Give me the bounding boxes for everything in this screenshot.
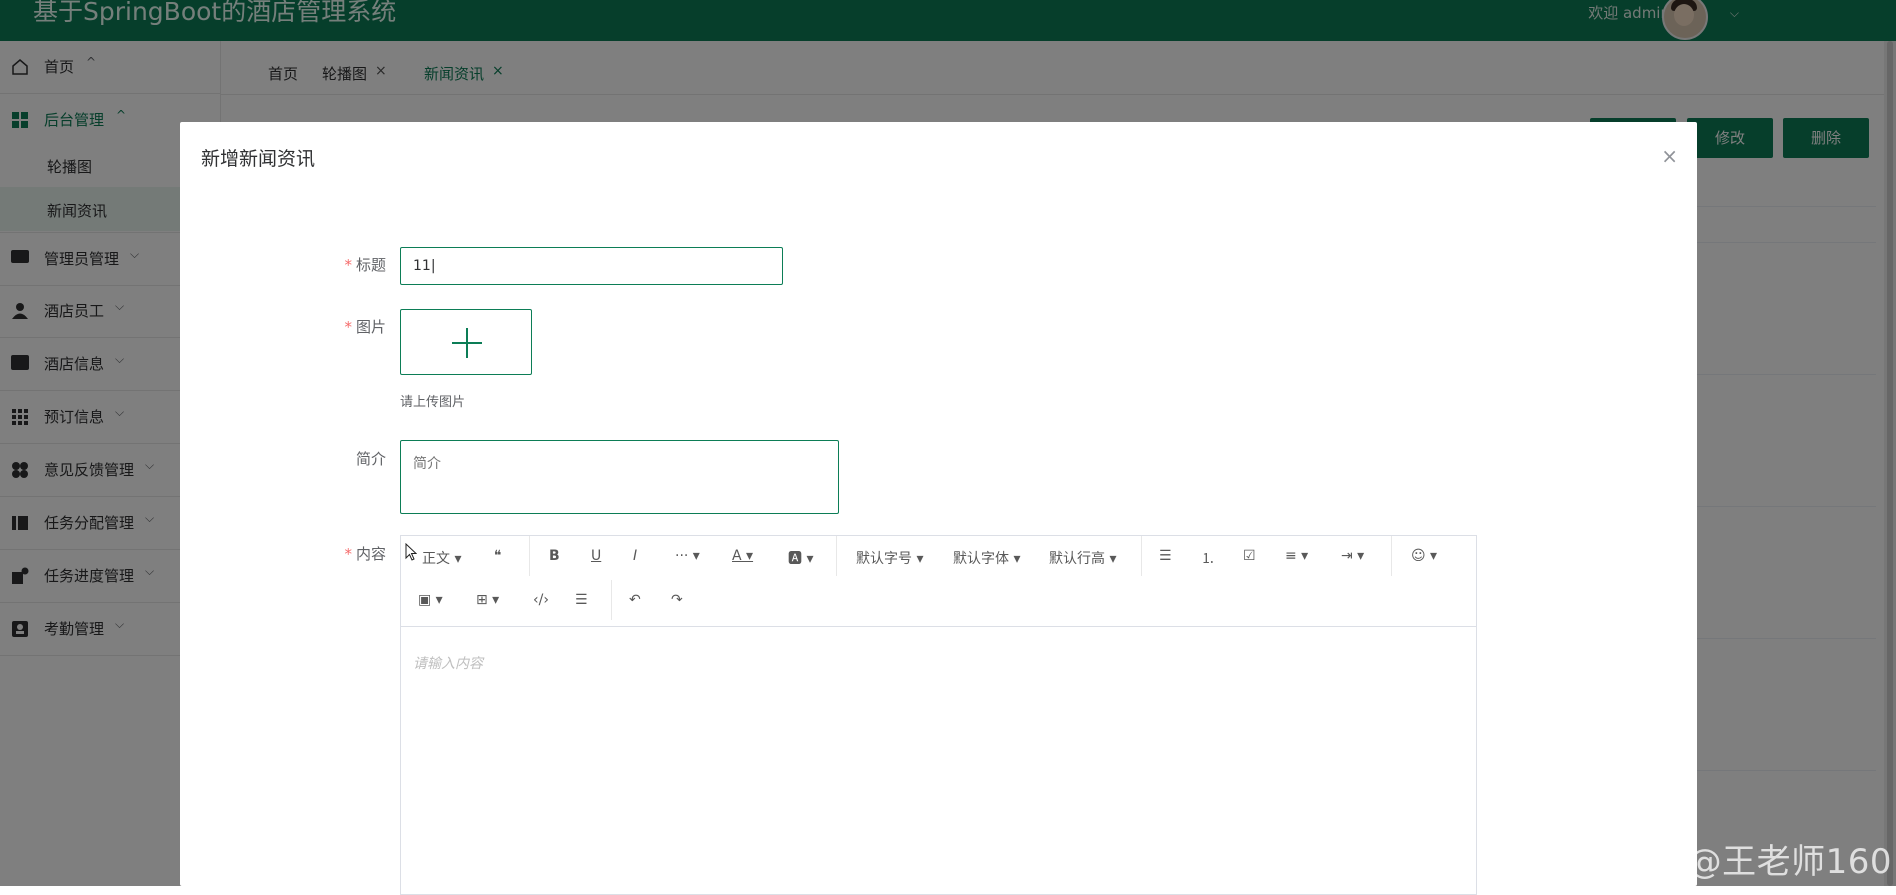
divider xyxy=(611,580,612,620)
mouse-cursor-icon xyxy=(405,543,417,561)
required-mark: * xyxy=(344,318,352,336)
bullet-list-icon[interactable]: ☰ xyxy=(1159,548,1172,564)
intro-textarea[interactable] xyxy=(400,440,839,514)
required-mark: * xyxy=(344,256,352,274)
font-family-dropdown[interactable]: 默认字体 ▾ xyxy=(953,548,1020,568)
image-icon[interactable]: ▣ ▾ xyxy=(418,592,443,608)
upload-tip: 请上传图片 xyxy=(400,395,466,410)
align-dropdown[interactable]: ≡ ▾ xyxy=(1285,548,1308,564)
quote-icon[interactable]: ❝ xyxy=(494,548,502,564)
required-mark: * xyxy=(344,545,352,563)
add-news-dialog: 新增新闻资讯 × *标题 11| *图片 请上传图片 简介 *内容 正文 ▾ ❝… xyxy=(180,122,1697,895)
watermark: CSDN @王老师160 xyxy=(1577,842,1892,882)
paragraph-dropdown[interactable]: 正文 ▾ xyxy=(422,548,461,568)
dialog-title: 新增新闻资讯 xyxy=(201,148,316,170)
divider xyxy=(836,536,837,576)
image-upload-button[interactable] xyxy=(400,309,532,375)
divider xyxy=(1391,536,1392,576)
background-color-icon[interactable]: 🅰 ▾ xyxy=(788,548,813,568)
undo-icon[interactable]: ↶ xyxy=(629,592,641,608)
italic-icon[interactable]: I xyxy=(633,548,637,564)
code-icon[interactable]: ‹/› xyxy=(533,592,549,608)
rich-text-editor: 正文 ▾ ❝ B U I ··· ▾ A ▾ 🅰 ▾ 默认字号 ▾ 默认字体 ▾… xyxy=(400,535,1477,895)
more-dropdown[interactable]: ··· ▾ xyxy=(675,548,700,564)
image-label: * 图片 xyxy=(344,318,386,336)
plus-icon xyxy=(466,328,468,358)
redo-icon[interactable]: ↷ xyxy=(671,592,683,608)
title-input[interactable]: 11| xyxy=(400,247,783,285)
editor-toolbar: 正文 ▾ ❝ B U I ··· ▾ A ▾ 🅰 ▾ 默认字号 ▾ 默认字体 ▾… xyxy=(401,536,1476,627)
font-color-icon[interactable]: A ▾ xyxy=(732,548,753,564)
bold-icon[interactable]: B xyxy=(549,548,560,564)
font-size-dropdown[interactable]: 默认字号 ▾ xyxy=(856,548,923,568)
todo-icon[interactable]: ☑ xyxy=(1243,548,1256,564)
content-label: * 内容 xyxy=(344,545,386,563)
underline-icon[interactable]: U xyxy=(591,548,601,564)
close-icon[interactable]: × xyxy=(1661,144,1678,168)
indent-dropdown[interactable]: ⇥ ▾ xyxy=(1341,548,1364,564)
table-icon[interactable]: ⊞ ▾ xyxy=(476,592,499,608)
numbered-list-icon[interactable]: ⒈ xyxy=(1201,548,1215,568)
intro-label: 简介 xyxy=(355,450,386,468)
title-label: * 标题 xyxy=(344,256,386,274)
emoji-icon[interactable]: ☺ ▾ xyxy=(1411,548,1437,564)
divider xyxy=(529,536,530,576)
divider xyxy=(1141,536,1142,576)
divider-line-icon[interactable]: ☰ xyxy=(575,592,588,608)
line-height-dropdown[interactable]: 默认行高 ▾ xyxy=(1049,548,1116,568)
editor-placeholder[interactable]: 请输入内容 xyxy=(413,653,483,673)
